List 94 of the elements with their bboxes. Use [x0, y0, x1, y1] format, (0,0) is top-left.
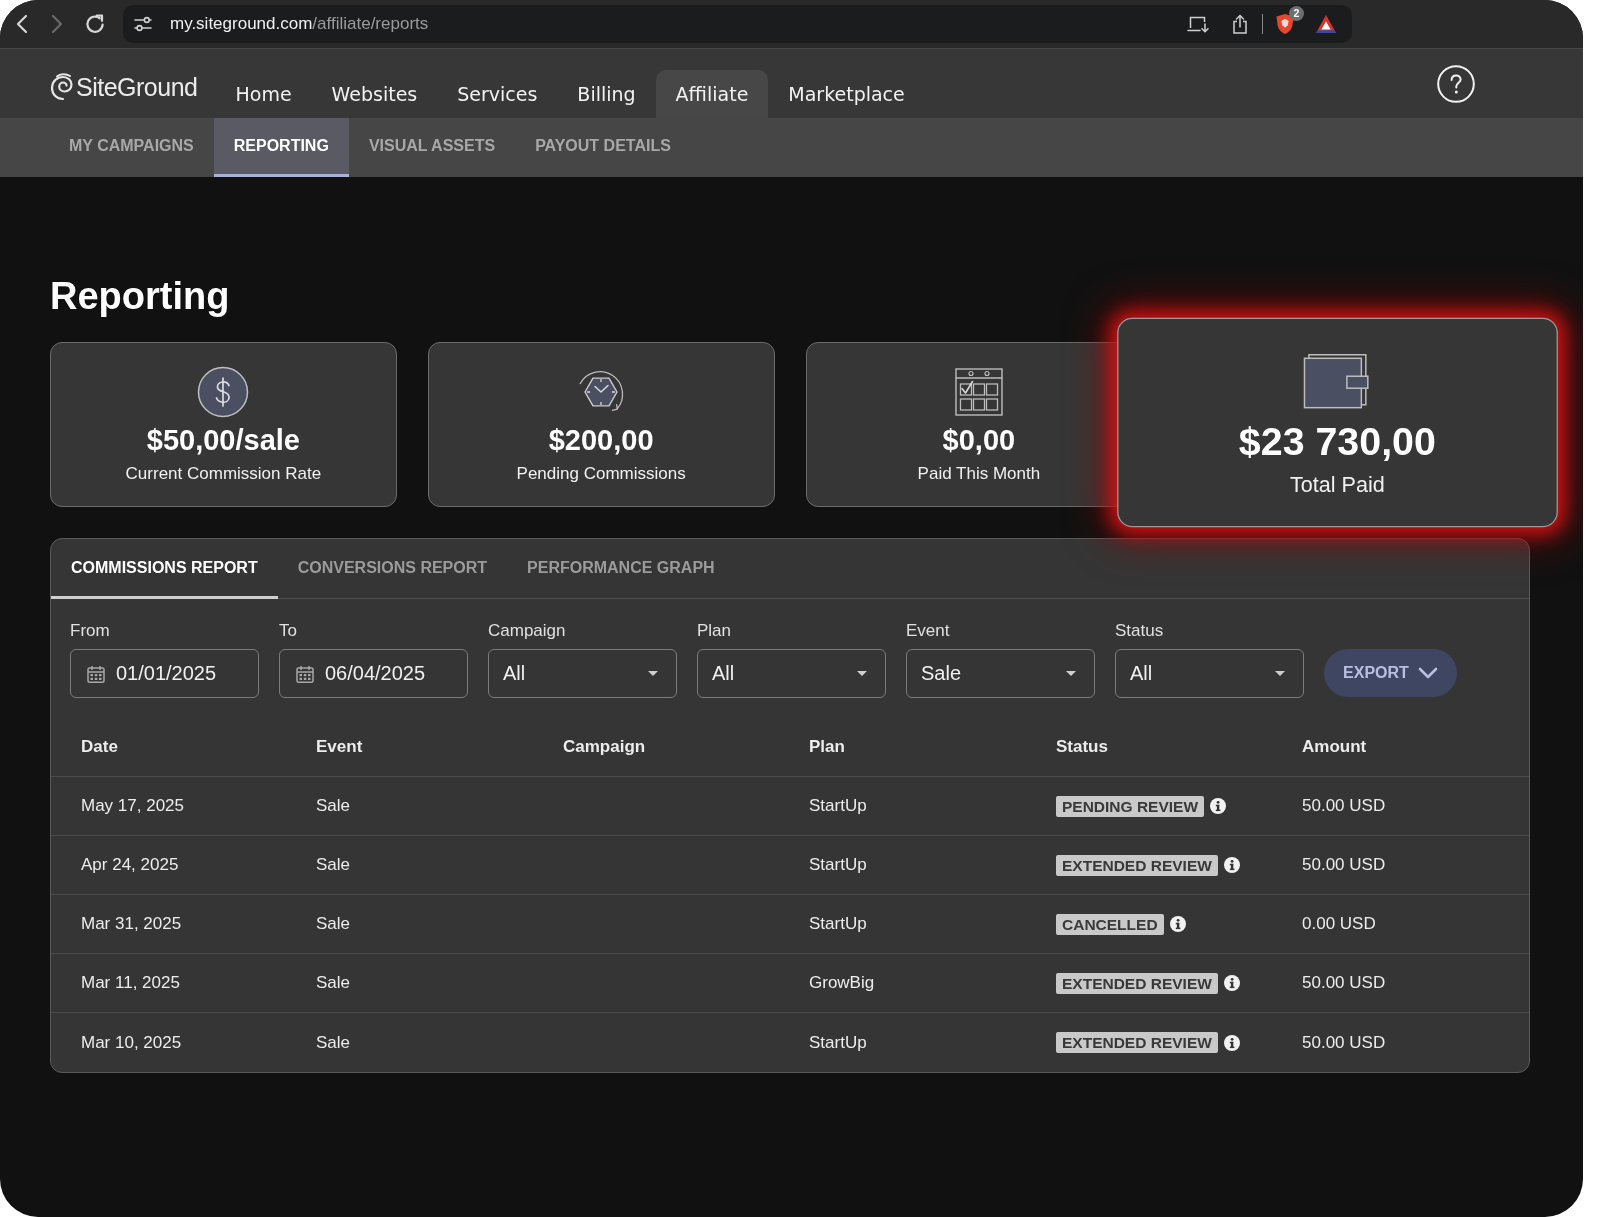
column-header: Date — [81, 737, 118, 757]
table-cell: 50.00 USD — [1302, 855, 1386, 875]
caret-icon — [1066, 671, 1076, 676]
info-icon[interactable] — [1210, 798, 1227, 814]
page-title: Reporting — [50, 274, 230, 319]
calendar-icon — [296, 664, 314, 683]
filter-label: To — [279, 621, 297, 641]
status-badge: EXTENDED REVIEW — [1056, 972, 1218, 994]
report-tab[interactable]: CONVERSIONS REPORT — [277, 539, 508, 599]
table-cell: 50.00 USD — [1302, 1032, 1386, 1053]
select-field[interactable]: All — [488, 649, 677, 698]
column-header: Amount — [1302, 737, 1367, 757]
help-icon[interactable] — [1437, 64, 1475, 103]
status-badge: EXTENDED REVIEW — [1056, 854, 1218, 876]
caret-icon — [648, 671, 658, 676]
logo-icon — [50, 72, 74, 102]
caret-icon — [1275, 671, 1285, 676]
select-field[interactable]: Sale — [906, 649, 1095, 698]
table-cell: Sale — [316, 914, 351, 934]
wallet-icon — [1303, 353, 1372, 410]
date-field[interactable]: 06/04/2025 — [279, 649, 468, 698]
status-badge: PENDING REVIEW — [1056, 795, 1205, 817]
shield-icon[interactable] — [1275, 13, 1295, 35]
column-header: Plan — [809, 737, 845, 757]
report-tab[interactable]: PERFORMANCE GRAPH — [507, 539, 735, 599]
table-cell: 50.00 USD — [1302, 973, 1386, 993]
filter-label: From — [70, 621, 110, 641]
nav-tab[interactable]: Home — [215, 70, 312, 118]
select-field[interactable]: All — [697, 649, 886, 698]
table-cell: StartUp — [809, 1032, 867, 1053]
stat-label: Current Commission Rate — [125, 463, 322, 485]
table-cell: Mar 31, 2025 — [81, 914, 182, 934]
stat-value: $0,00 — [942, 423, 1016, 458]
filter-label: Event — [906, 621, 950, 641]
sub-nav-tab[interactable]: REPORTING — [213, 118, 349, 177]
nav-tab[interactable]: Websites — [311, 70, 438, 118]
table-cell: Mar 10, 2025 — [81, 1032, 182, 1053]
table-cell: Mar 11, 2025 — [81, 973, 180, 993]
status-badge: EXTENDED REVIEW — [1056, 1032, 1218, 1053]
table-cell: Sale — [316, 1032, 351, 1053]
filter-label: Campaign — [488, 621, 566, 641]
address-bar[interactable]: my.siteground.com/affiliate/reports 2 — [123, 5, 1352, 43]
date-field[interactable]: 01/01/2025 — [70, 649, 259, 698]
table-cell: Sale — [316, 855, 351, 875]
column-header: Campaign — [563, 737, 646, 757]
back-icon[interactable] — [16, 14, 28, 34]
calendar-check-icon — [954, 368, 1003, 416]
sub-nav-tab[interactable]: MY CAMPAIGNS — [49, 118, 214, 177]
stat-value: $23 730,00 — [1239, 419, 1437, 466]
site-settings-icon[interactable] — [134, 16, 152, 32]
table-cell: StartUp — [809, 914, 867, 934]
share-icon[interactable] — [1232, 14, 1248, 34]
caret-icon — [857, 671, 867, 676]
table-cell: May 17, 2025 — [81, 796, 184, 816]
chevron-down-icon — [1417, 667, 1438, 679]
select-field[interactable]: All — [1115, 649, 1304, 698]
stat-label: Pending Commissions — [516, 463, 686, 485]
table-cell: StartUp — [809, 796, 867, 816]
info-icon[interactable] — [1223, 1034, 1240, 1051]
table-cell: 50.00 USD — [1302, 796, 1386, 816]
laptop-download-icon[interactable] — [1187, 15, 1209, 33]
nav-tab[interactable]: Services — [437, 70, 558, 118]
filter-label: Status — [1115, 621, 1164, 641]
reload-icon[interactable] — [85, 14, 105, 34]
nav-tab[interactable]: Affiliate — [655, 70, 769, 118]
report-tab[interactable]: COMMISSIONS REPORT — [51, 539, 278, 599]
dollar-coin-icon — [197, 366, 250, 418]
stat-value: $50,00/sale — [146, 423, 300, 458]
status-badge: CANCELLED — [1056, 913, 1164, 935]
column-header: Status — [1056, 737, 1108, 757]
stat-label: Total Paid — [1290, 471, 1386, 499]
filter-label: Plan — [697, 621, 732, 641]
sub-nav-tab[interactable]: PAYOUT DETAILS — [515, 118, 691, 177]
info-icon[interactable] — [1223, 975, 1240, 991]
table-cell: Sale — [316, 973, 351, 993]
table-cell: Apr 24, 2025 — [81, 855, 179, 875]
triangle-icon[interactable] — [1315, 14, 1337, 34]
calendar-icon — [87, 664, 105, 683]
table-cell: GrowBig — [809, 973, 875, 993]
column-header: Event — [316, 737, 363, 757]
nav-tab[interactable]: Billing — [557, 70, 656, 118]
stat-value: $200,00 — [548, 423, 654, 458]
table-cell: 0.00 USD — [1302, 914, 1376, 934]
info-icon[interactable] — [1169, 916, 1186, 932]
count-badge: 2 — [1289, 6, 1304, 21]
logo-link[interactable]: SiteGround — [50, 72, 198, 102]
nav-tab[interactable]: Marketplace — [768, 70, 925, 118]
table-cell: Sale — [316, 796, 351, 816]
forward-icon[interactable] — [51, 14, 63, 34]
stat-label: Paid This Month — [917, 463, 1041, 485]
export-button[interactable]: EXPORT — [1324, 649, 1457, 697]
table-cell: StartUp — [809, 855, 867, 875]
info-icon[interactable] — [1223, 857, 1240, 873]
sub-nav-tab[interactable]: VISUAL ASSETS — [348, 118, 516, 177]
